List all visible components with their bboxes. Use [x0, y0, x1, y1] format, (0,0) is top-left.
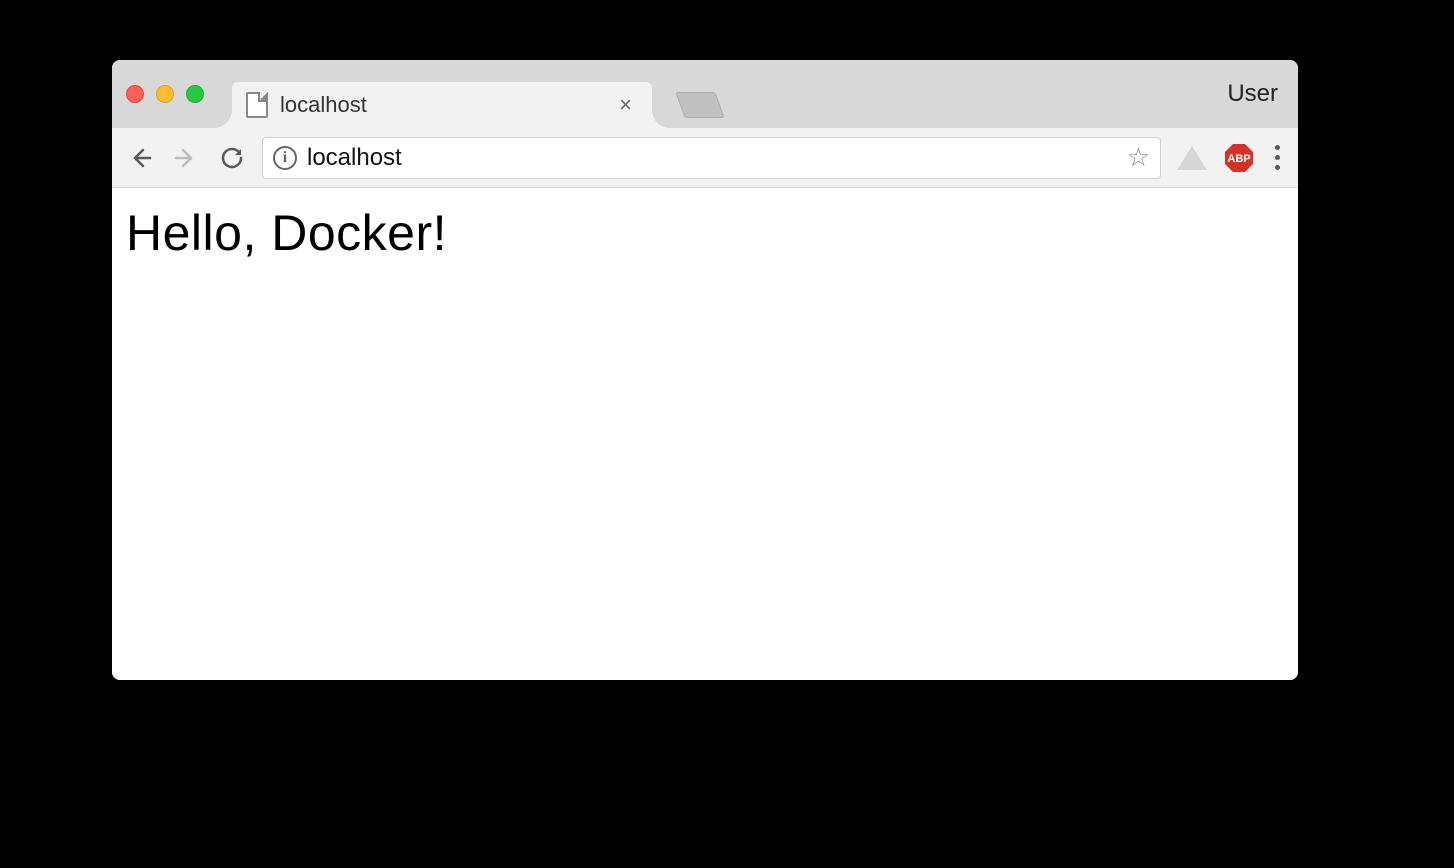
maximize-window-button[interactable]: [186, 85, 204, 103]
bookmark-star-icon[interactable]: ☆: [1127, 142, 1150, 173]
google-drive-extension-icon[interactable]: [1177, 146, 1207, 170]
menu-button[interactable]: [1269, 145, 1286, 170]
browser-tab[interactable]: localhost ×: [232, 82, 652, 128]
window-controls: [126, 85, 204, 103]
new-tab-button[interactable]: [675, 92, 724, 118]
minimize-window-button[interactable]: [156, 85, 174, 103]
browser-window: localhost × User i ☆ ABP: [112, 60, 1298, 680]
profile-label[interactable]: User: [1227, 80, 1278, 108]
address-bar[interactable]: i ☆: [262, 137, 1161, 179]
toolbar: i ☆ ABP: [112, 128, 1298, 188]
reload-button[interactable]: [216, 142, 248, 174]
page-heading: Hello, Docker!: [126, 204, 1284, 262]
page-content: Hello, Docker!: [112, 188, 1298, 680]
site-info-icon[interactable]: i: [273, 146, 297, 170]
forward-button[interactable]: [170, 142, 202, 174]
close-tab-button[interactable]: ×: [615, 94, 636, 116]
url-input[interactable]: [307, 144, 1117, 172]
back-button[interactable]: [124, 142, 156, 174]
tab-strip: localhost × User: [112, 60, 1298, 128]
tab-title: localhost: [280, 92, 615, 118]
close-window-button[interactable]: [126, 85, 144, 103]
svg-text:ABP: ABP: [1227, 153, 1250, 165]
adblock-plus-extension-icon[interactable]: ABP: [1223, 142, 1255, 174]
file-icon: [246, 92, 268, 118]
